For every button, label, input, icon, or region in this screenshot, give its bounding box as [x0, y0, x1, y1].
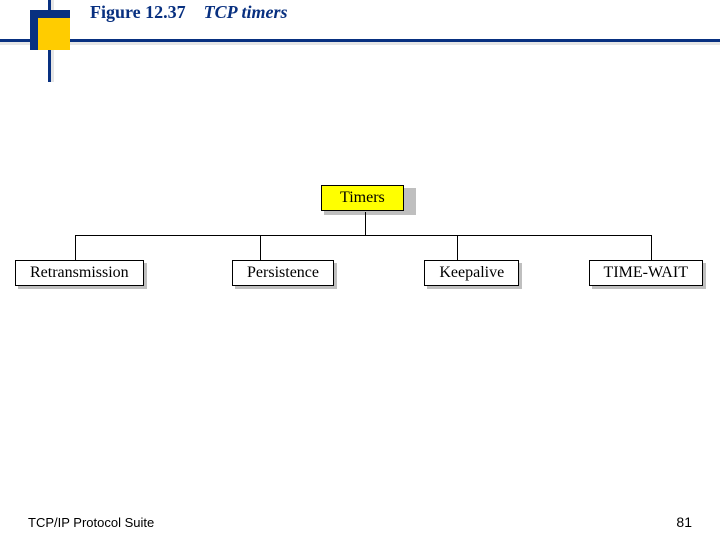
tree-leaf-wrap: Retransmission — [15, 260, 144, 286]
tree-leaf: Persistence — [232, 260, 334, 286]
connector-drop-0 — [75, 235, 76, 260]
tree-root: Timers — [321, 185, 404, 211]
connector-root-vertical — [365, 212, 366, 235]
figure-number: Figure 12.37 — [90, 2, 186, 23]
tree-leaf-wrap: Persistence — [232, 260, 334, 286]
tree-leaf: Retransmission — [15, 260, 144, 286]
tree-leaf-label: Persistence — [247, 264, 319, 281]
figure-title: TCP timers — [204, 2, 288, 23]
header-accent-square — [30, 10, 70, 50]
tree-leaf-wrap: Keepalive — [424, 260, 519, 286]
tree-leaf: Keepalive — [424, 260, 519, 286]
tree-root-label: Timers — [340, 189, 385, 206]
tree-leaf-label: TIME-WAIT — [604, 264, 688, 281]
connector-drop-2 — [457, 235, 458, 260]
slide-header: Figure 12.37 TCP timers — [0, 0, 720, 90]
connector-horizontal — [75, 235, 651, 236]
figure-title-group: Figure 12.37 TCP timers — [90, 2, 288, 23]
tree-root-wrap: Timers — [321, 185, 413, 211]
slide-footer: TCP/IP Protocol Suite 81 — [0, 514, 720, 530]
tree-leaf: TIME-WAIT — [589, 260, 703, 286]
tree-leaf-label: Retransmission — [30, 264, 129, 281]
connector-drop-3 — [651, 235, 652, 260]
footer-page-number: 81 — [676, 514, 692, 530]
header-horizontal-rule-light — [0, 42, 720, 45]
footer-source: TCP/IP Protocol Suite — [28, 515, 154, 530]
tree-leaves: Retransmission Persistence Keepalive TIM… — [65, 260, 665, 286]
connector-drop-1 — [260, 235, 261, 260]
tree-leaf-wrap: TIME-WAIT — [589, 260, 703, 286]
tree-leaf-label: Keepalive — [439, 264, 504, 281]
